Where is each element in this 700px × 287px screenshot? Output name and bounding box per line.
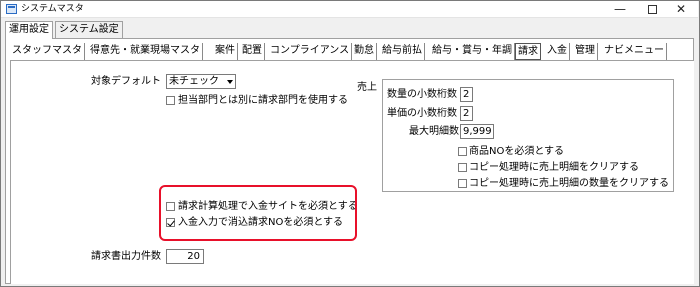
- unit-decimals-field[interactable]: 2: [460, 106, 473, 121]
- minimize-button[interactable]: —: [606, 1, 634, 18]
- tab-placement[interactable]: 配置: [240, 43, 265, 60]
- tab-attendance[interactable]: 勤怠: [352, 43, 377, 60]
- unit-decimals-label: 単価の小数桁数: [387, 108, 457, 119]
- tab-management[interactable]: 管理: [573, 43, 598, 60]
- target-default-value: 未チェック: [169, 76, 219, 87]
- target-default-select[interactable]: 未チェック: [166, 74, 236, 89]
- title-bar: システムマスタ — ✕: [1, 1, 698, 18]
- qty-decimals-field[interactable]: 2: [460, 87, 473, 102]
- unit-decimals-value: 2: [463, 108, 470, 119]
- highlight-box: [159, 185, 357, 241]
- tab-system-settings[interactable]: システム設定: [55, 21, 123, 38]
- invoice-output-count-field[interactable]: 20: [166, 249, 204, 264]
- max-details-label: 最大明細数: [409, 126, 459, 137]
- tab-project[interactable]: 案件: [213, 43, 238, 60]
- invoice-output-count-label: 請求書出力件数: [91, 251, 161, 262]
- require-product-no-checkbox[interactable]: [458, 147, 467, 156]
- use-billing-dept-label: 担当部門とは別に請求部門を使用する: [178, 95, 348, 106]
- sub-tabs: スタッフマスタ 得意先・就業現場マスタ 案件 配置 コンプライアンス 勤怠 給与…: [10, 43, 690, 60]
- maximize-icon: [647, 5, 657, 14]
- tab-deposit[interactable]: 入金: [545, 43, 570, 60]
- require-product-no-label: 商品NOを必須とする: [469, 146, 565, 157]
- qty-decimals-value: 2: [463, 89, 470, 100]
- clear-details-on-copy-checkbox[interactable]: [458, 163, 467, 172]
- clear-qty-on-copy-label: コピー処理時に売上明細の数量をクリアする: [469, 178, 669, 189]
- window-title: システムマスタ: [21, 4, 84, 14]
- tab-salary-advance[interactable]: 給与前払: [380, 43, 425, 60]
- tab-salary-bonus-yearend[interactable]: 給与・賞与・年調: [430, 43, 515, 60]
- tab-operation-settings[interactable]: 運用設定: [5, 21, 53, 39]
- invoice-output-count-value: 20: [187, 251, 200, 262]
- max-details-value: 9,999: [463, 126, 492, 137]
- use-billing-dept-checkbox[interactable]: [166, 96, 175, 105]
- maximize-button[interactable]: [638, 1, 666, 18]
- qty-decimals-label: 数量の小数桁数: [387, 89, 457, 100]
- clear-qty-on-copy-checkbox[interactable]: [458, 179, 467, 188]
- tab-billing[interactable]: 請求: [515, 43, 541, 60]
- clear-details-on-copy-label: コピー処理時に売上明細をクリアする: [469, 162, 639, 173]
- tab-compliance[interactable]: コンプライアンス: [268, 43, 353, 60]
- tab-navi-menu[interactable]: ナビメニュー: [602, 43, 667, 60]
- close-button[interactable]: ✕: [667, 1, 695, 18]
- chevron-down-icon: [227, 80, 233, 84]
- max-details-field[interactable]: 9,999: [460, 124, 494, 139]
- target-default-label: 対象デフォルト: [91, 76, 161, 87]
- tab-staff-master[interactable]: スタッフマスタ: [10, 43, 85, 60]
- tab-customer-site-master[interactable]: 得意先・就業現場マスタ: [88, 43, 203, 60]
- app-icon: [6, 4, 17, 14]
- sales-group-title: 売上: [357, 82, 377, 93]
